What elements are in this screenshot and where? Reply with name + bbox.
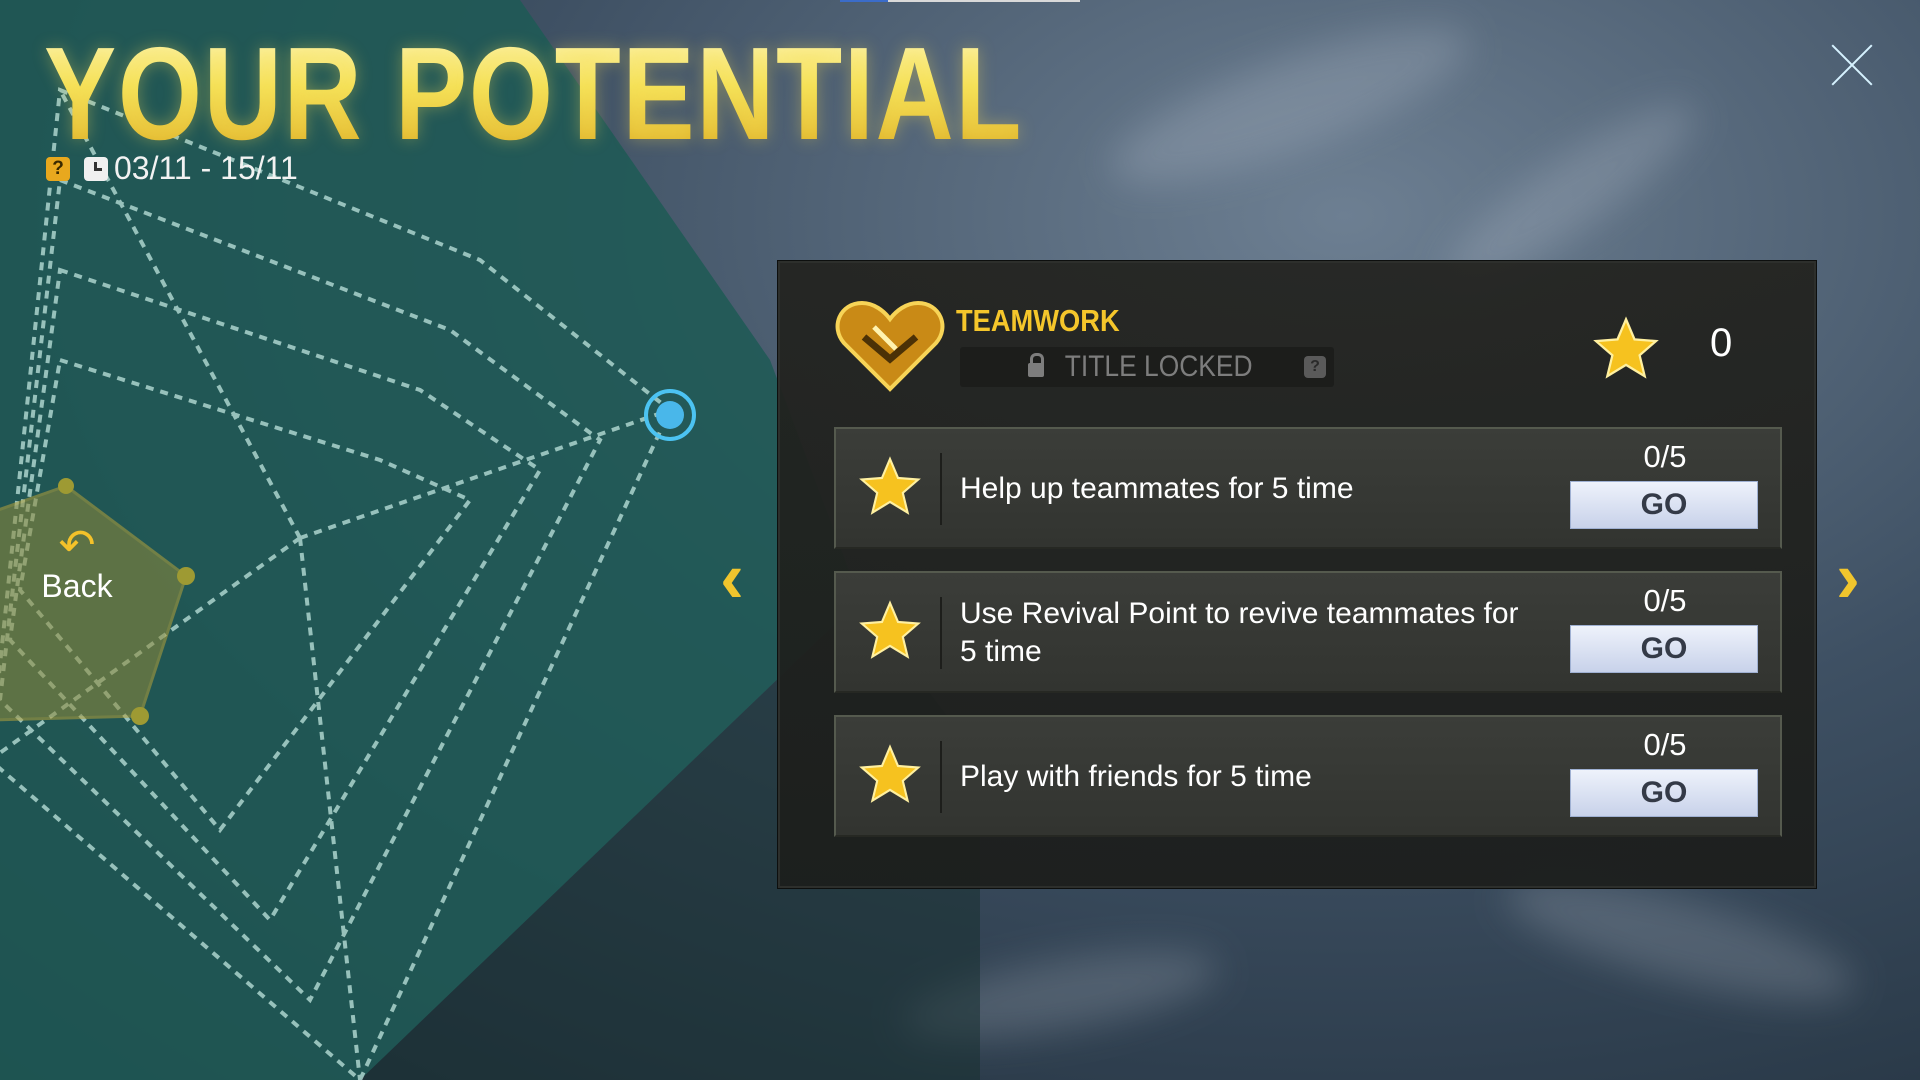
title-locked-label: TITLE LOCKED <box>1065 350 1253 383</box>
event-date-row: ? 03/11 - 15/11 <box>46 150 298 187</box>
lock-icon <box>1028 353 1045 377</box>
radar-node <box>58 478 74 494</box>
task-progress: 0/5 <box>1643 439 1687 474</box>
go-button[interactable]: GO <box>1570 481 1758 529</box>
page-title: YOUR POTENTIAL <box>44 20 1024 167</box>
task-item: Play with friends for 5 time 0/5 GO <box>834 715 1782 837</box>
star-icon <box>859 600 921 659</box>
clock-icon <box>84 156 108 181</box>
chevron-right-icon[interactable]: › <box>1836 542 1860 614</box>
task-divider <box>940 741 942 813</box>
radar-node-selected <box>656 401 684 429</box>
task-item: Help up teammates for 5 time 0/5 GO <box>834 427 1782 549</box>
star-icon <box>1593 316 1659 379</box>
task-description: Use Revival Point to revive teammates fo… <box>960 597 1519 668</box>
radar-node <box>177 567 195 585</box>
star-icon <box>859 744 921 803</box>
task-progress: 0/5 <box>1643 727 1687 762</box>
event-date-range: 03/11 - 15/11 <box>114 150 298 186</box>
go-button[interactable]: GO <box>1570 769 1758 817</box>
radar-node <box>131 707 149 725</box>
category-panel: TEAMWORK TITLE LOCKED ? 0 Help up teamma… <box>778 261 1816 888</box>
category-name: TEAMWORK <box>956 303 1120 338</box>
star-icon <box>859 456 921 515</box>
back-label: Back <box>41 568 113 604</box>
task-divider <box>940 597 942 669</box>
task-item: Use Revival Point to revive teammates fo… <box>834 571 1782 693</box>
question-icon[interactable]: ? <box>1304 356 1326 378</box>
task-progress: 0/5 <box>1643 583 1687 618</box>
go-button[interactable]: GO <box>1570 625 1758 673</box>
return-arrow-icon: ↶ <box>58 521 96 570</box>
title-locked-badge: TITLE LOCKED ? <box>960 347 1334 387</box>
close-icon[interactable] <box>1828 42 1876 90</box>
chevron-left-icon[interactable]: ‹ <box>720 542 744 614</box>
question-icon[interactable]: ? <box>46 156 70 181</box>
task-divider <box>940 453 942 525</box>
task-description: Help up teammates for 5 time <box>960 472 1354 505</box>
task-description: Play with friends for 5 time <box>960 760 1312 793</box>
category-score: 0 <box>1710 321 1733 365</box>
back-button[interactable]: ↶ Back <box>40 524 114 605</box>
handshake-heart-emblem <box>835 300 945 392</box>
